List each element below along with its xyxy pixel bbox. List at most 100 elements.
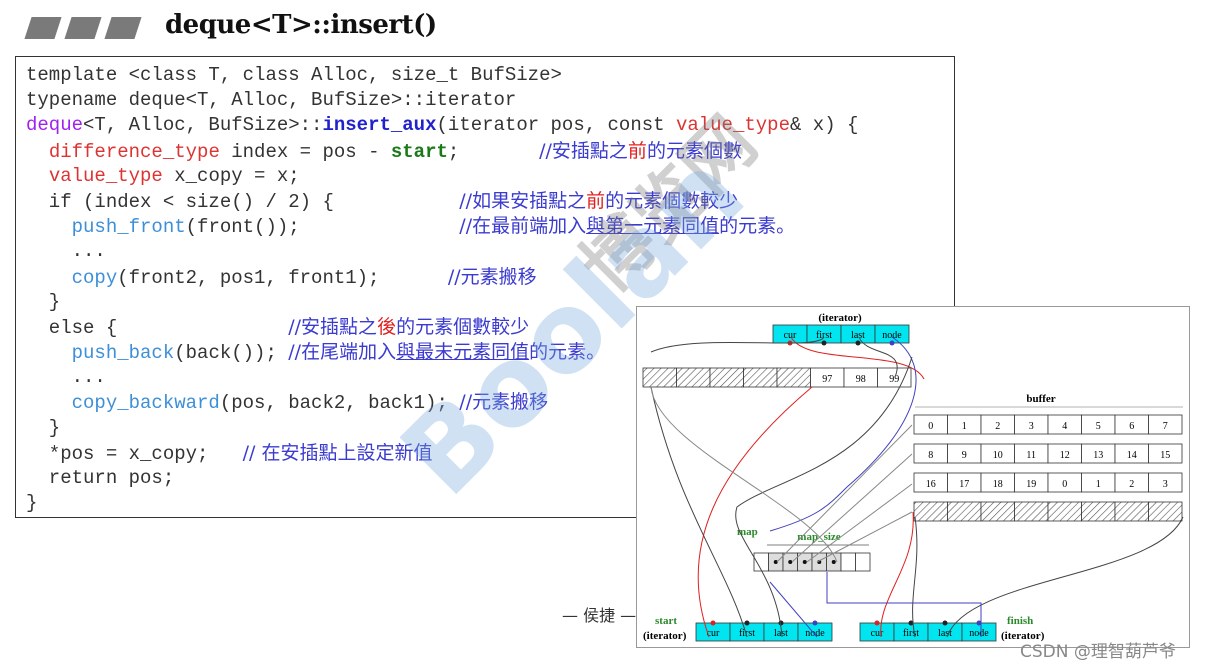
buffer-cell-value: 2 [1129,479,1134,490]
map-node [840,552,856,572]
comment-token: 前 [627,139,647,162]
code-token: copy_backward [71,392,220,415]
pointer-dot [710,620,716,626]
buffer-cell-value: 12 [1060,450,1070,461]
buffer-cell-value: 0 [1062,479,1067,490]
code-token: } [26,492,38,515]
code-token: value_type [675,114,790,137]
code-token: x_copy = x; [162,164,300,187]
buffer-cell-value: 11 [1026,450,1036,461]
author-credit: — 侯捷 — [562,606,637,625]
buffer-cell-value: 13 [1093,450,1103,461]
buffer-cell-value: 97 [822,374,832,385]
comment-token: // 在安插點上設定新值 [242,441,433,464]
top-iterator-label: (iterator) [818,312,862,324]
buffer-cell-value: 15 [1160,450,1170,461]
comment-token: 與第一元素同值 [586,215,720,238]
buffer-cell-value: 10 [993,450,1003,461]
code-comment: //在尾端加入與最末元素同值的元素。 [288,341,605,363]
arrow-finish-first [912,516,918,638]
code-line: ... [26,239,858,264]
pointer-dot [874,620,880,626]
code-token: index = pos - [219,140,391,163]
iterator-field-label: node [805,628,825,639]
decor-parallelogram [64,17,102,39]
code-token: (front2, pos1, front1); [117,266,448,289]
code-token: <T, Alloc, BufSize>:: [83,114,323,137]
hatched-cell [913,501,948,522]
code-token: typename deque<T, Alloc, BufSize>::itera… [26,89,517,112]
comment-token: 後 [377,315,397,338]
pointer-dot [821,340,827,346]
code-token: difference_type [48,140,220,163]
hatched-cell [1047,501,1082,522]
comment-token: 的元素個數較少 [396,315,530,338]
iterator-field-label: node [882,330,902,341]
code-token: insert_aux [322,114,437,137]
comment-token: 與最末元素同值 [396,341,530,364]
hatched-cell [1014,501,1049,522]
pointer-dot [942,620,948,626]
code-token: copy [71,266,118,289]
buffer-cell-value: 18 [993,479,1003,490]
hatched-cell [1081,501,1116,522]
arrow-finish-cur [880,511,914,638]
hatched-cell [947,501,982,522]
deque-diagram: (iterator) cur first last node 97 98 99 buffe… [636,306,1190,648]
map-node-pointer [802,560,807,564]
iterator-field-label: first [903,628,919,639]
deque-diagram-svg: (iterator) cur first last node 97 98 99 buffe… [642,312,1184,642]
start-label: start [655,615,677,627]
comment-token: //在最前端加入 [459,215,587,238]
code-token: (iterator pos, const [436,114,676,137]
first-buffer: 97 98 99 [642,367,912,388]
map-node [753,552,769,572]
code-comment: // 在安插點上設定新值 [243,442,433,464]
buffer-rows: 0 1 2 3 4 5 6 78 9 10 11 12 13 14 1516 17 18 19 0 1 2 3 [913,414,1183,522]
title-decoration [22,10,148,46]
code-token: template <class T, class Alloc, size_t B… [26,64,562,86]
code-token: value_type [48,164,163,187]
finish-label: finish [1007,615,1033,627]
arrow-start-cur [697,386,813,638]
arrow-start-first [650,386,748,638]
comment-token: //安插點之 [539,139,628,162]
buffer-cell-value: 14 [1127,450,1137,461]
code-token: (front()); [185,216,460,239]
code-comment: //元素搬移 [459,391,548,413]
code-line: push_front(front()); //在最前端加入與第一元素同值的元素。 [26,214,858,239]
buffer-cell-value: 0 [928,421,933,432]
iterator-field-label: first [739,628,755,639]
hatched-cell [709,367,744,388]
code-line: if (index < size() / 2) { //如果安插點之前的元素個數… [26,189,858,214]
code-token: } [26,416,61,439]
comment-token: //元素搬移 [447,265,537,288]
buffer-cell-value: 19 [1026,479,1036,490]
code-token: push_front [71,216,186,239]
buffer-cell-value: 1 [1096,479,1101,490]
hatched-cell [642,367,677,388]
map-link-2 [806,483,913,563]
code-token: ; [447,140,540,163]
hatched-cell [743,367,778,388]
buffer-cell-value: 3 [1029,421,1034,432]
hatched-cell [1114,501,1149,522]
code-line: typename deque<T, Alloc, BufSize>::itera… [26,88,858,113]
arrow-top-node [769,336,917,532]
arrow-finish-last [946,516,1184,638]
code-comment: //安插點之前的元素個數 [539,140,742,162]
decor-parallelogram [24,17,62,39]
hatched-cell [1148,501,1183,522]
code-token: } [26,290,61,313]
map-link-1 [791,453,913,563]
pointer-dot [744,620,750,626]
buffer-cell-value: 8 [928,450,933,461]
buffer-cell-value: 17 [959,479,969,490]
code-line: deque<T, Alloc, BufSize>::insert_aux(ite… [26,113,858,138]
hatched-cell [776,367,811,388]
map-node [855,552,871,572]
